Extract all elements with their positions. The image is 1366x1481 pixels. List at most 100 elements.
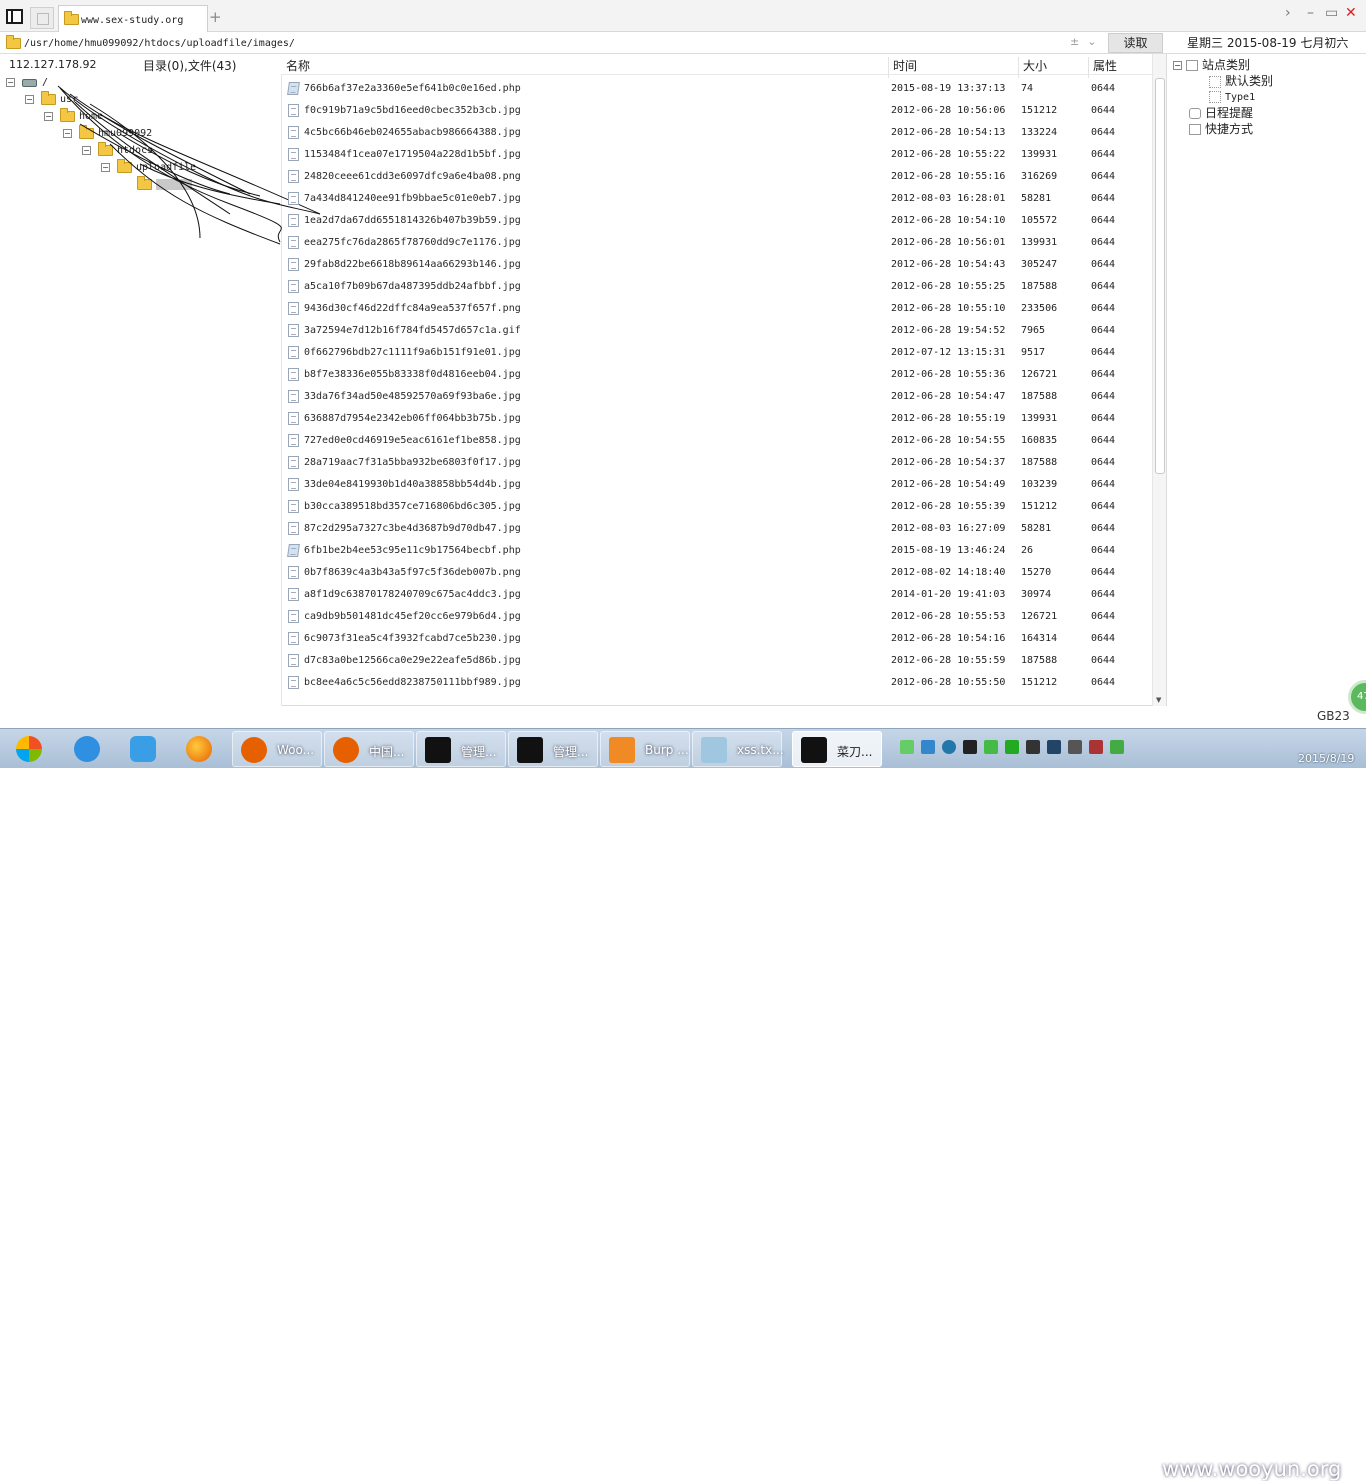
table-row[interactable]: 1ea2d7da67dd6551814326b407b39b59.jpg 2012…	[282, 210, 1152, 232]
table-row[interactable]: f0c919b71a9c5bd16eed0cbec352b3cb.jpg 2012…	[282, 100, 1152, 122]
column-perm[interactable]: 属性	[1093, 57, 1117, 74]
file-icon	[288, 676, 299, 689]
tray-icon[interactable]	[1026, 739, 1040, 754]
table-row[interactable]: a5ca10f7b09b67da487395ddb24afbbf.jpg 2012…	[282, 276, 1152, 298]
table-row[interactable]: 33de04e8419930b1d40a38858bb54d4b.jpg 2012…	[282, 474, 1152, 496]
collapse-icon[interactable]: −	[6, 78, 15, 87]
taskbar-task[interactable]: 管理...	[416, 731, 506, 767]
pinned-app[interactable]	[176, 731, 226, 767]
taskbar-task[interactable]: 菜刀...	[792, 731, 882, 767]
table-row[interactable]: 3a72594e7d12b16f784fd5457d657c1a.gif 2012…	[282, 320, 1152, 342]
table-row[interactable]: 9436d30cf46d22dffc84a9ea537f657f.png 2012…	[282, 298, 1152, 320]
file-perm: 0644	[1091, 655, 1116, 666]
tray-icon[interactable]	[1047, 739, 1061, 754]
address-dropdown[interactable]: ±⌄	[1070, 35, 1104, 48]
file-name: 3a72594e7d12b16f784fd5457d657c1a.gif	[304, 325, 521, 336]
file-size: 151212	[1021, 105, 1058, 116]
minimize-button[interactable]: –	[1307, 5, 1314, 21]
tree-node-home[interactable]: − home	[44, 108, 103, 129]
column-divider[interactable]	[888, 57, 889, 78]
tray-icon[interactable]	[963, 739, 977, 754]
tray-icon[interactable]	[1005, 739, 1019, 754]
collapse-icon[interactable]: −	[101, 163, 110, 172]
tree-node-images[interactable]: images	[130, 176, 193, 197]
tab-active[interactable]: www.sex-study.org	[58, 5, 208, 32]
table-row[interactable]: 6fb1be2b4ee53c95e11c9b17564becbf.php 2015…	[282, 540, 1152, 562]
file-size: 151212	[1021, 677, 1058, 688]
file-perm: 0644	[1091, 259, 1116, 270]
system-tray	[900, 739, 1170, 759]
folder-icon	[137, 176, 152, 190]
table-row[interactable]: b30cca389518bd357ce716806bd6c305.jpg 2012…	[282, 496, 1152, 518]
tray-icon[interactable]	[900, 739, 914, 754]
tray-icon[interactable]	[942, 739, 956, 754]
path-input[interactable]	[22, 34, 1106, 52]
column-divider[interactable]	[1018, 57, 1019, 78]
table-row[interactable]: 24820ceee61cdd3e6097dfc9a6e4ba08.png 2012…	[282, 166, 1152, 188]
chevron-right-icon[interactable]: ›	[1285, 5, 1291, 21]
collapse-icon[interactable]: −	[1173, 61, 1182, 70]
taskbar-task[interactable]: xss.tx...	[692, 731, 784, 767]
site-category-type1[interactable]: Type1	[1209, 89, 1255, 103]
table-row[interactable]: 766b6af37e2a3360e5ef641b0c0e16ed.php 2015…	[282, 78, 1152, 100]
tree-node-account[interactable]: − hmu099092	[63, 125, 152, 146]
collapse-icon[interactable]: −	[82, 146, 91, 155]
start-button[interactable]	[6, 731, 56, 767]
table-row[interactable]: bc8ee4a6c5c56edd8238750111bbf989.jpg 2012…	[282, 672, 1152, 694]
taskbar-task[interactable]: 中国...	[324, 731, 414, 767]
table-row[interactable]: 7a434d841240ee91fb9bbae5c01e0eb7.jpg 2012…	[282, 188, 1152, 210]
collapse-icon[interactable]: −	[44, 112, 53, 121]
table-row[interactable]: 87c2d295a7327c3be4d3687b9d70db47.jpg 2012…	[282, 518, 1152, 540]
tray-icon[interactable]	[1068, 739, 1082, 754]
site-category-default[interactable]: 默认类别	[1209, 72, 1273, 89]
table-row[interactable]: d7c83a0be12566ca0e29e22eafe5d86b.jpg 2012…	[282, 650, 1152, 672]
file-name: b8f7e38336e055b83338f0d4816eeb04.jpg	[304, 369, 521, 380]
clock-date[interactable]: 2015/8/19	[1298, 752, 1354, 765]
pinned-app[interactable]	[120, 731, 170, 767]
tray-icon[interactable]	[984, 739, 998, 754]
table-row[interactable]: 1153484f1cea07e1719504a228d1b5bf.jpg 2012…	[282, 144, 1152, 166]
shortcut-icon	[1189, 124, 1201, 135]
pinned-app[interactable]	[64, 731, 114, 767]
table-row[interactable]: 28a719aac7f31a5bba932be6803f0f17.jpg 2012…	[282, 452, 1152, 474]
tab-blank[interactable]	[30, 7, 54, 29]
table-row[interactable]: 0b7f8639c4a3b43a5f97c5f36deb007b.png 2012…	[282, 562, 1152, 584]
table-row[interactable]: a8f1d9c63870178240709c675ac4ddc3.jpg 2014…	[282, 584, 1152, 606]
taskbar-task[interactable]: 管理...	[508, 731, 598, 767]
site-category-root[interactable]: − 站点类别	[1173, 56, 1250, 73]
table-row[interactable]: 4c5bc66b46eb024655abacb986664388.jpg 2012…	[282, 122, 1152, 144]
close-button[interactable]: ✕	[1345, 5, 1357, 21]
taskbar-task[interactable]: Burp ...	[600, 731, 690, 767]
tray-icon[interactable]	[1110, 739, 1124, 754]
table-row[interactable]: 6c9073f31ea5c4f3932fcabd7ce5b230.jpg 2012…	[282, 628, 1152, 650]
column-size[interactable]: 大小	[1023, 57, 1047, 74]
schedule-reminder[interactable]: 日程提醒	[1189, 104, 1253, 121]
table-row[interactable]: 33da76f34ad50e48592570a69f93ba6e.jpg 2012…	[282, 386, 1152, 408]
tray-icon[interactable]	[1089, 739, 1103, 754]
table-row[interactable]: ca9db9b501481dc45ef20cc6e979b6d4.jpg 2012…	[282, 606, 1152, 628]
collapse-icon[interactable]: −	[25, 95, 34, 104]
maximize-button[interactable]: ▭	[1325, 5, 1338, 21]
tray-icon[interactable]	[921, 739, 935, 754]
new-tab-button[interactable]: +	[209, 8, 222, 26]
tree-node-uploadfile[interactable]: − uploadfile	[101, 159, 196, 180]
column-divider[interactable]	[1088, 57, 1089, 78]
scroll-down-icon[interactable]: ▼	[1156, 696, 1161, 704]
column-name[interactable]: 名称	[286, 57, 310, 74]
table-row[interactable]: eea275fc76da2865f78760dd9c7e1176.jpg 2012…	[282, 232, 1152, 254]
table-row[interactable]: b8f7e38336e055b83338f0d4816eeb04.jpg 2012…	[282, 364, 1152, 386]
shortcuts[interactable]: 快捷方式	[1189, 120, 1253, 137]
table-row[interactable]: 636887d7954e2342eb06ff064bb3b75b.jpg 2012…	[282, 408, 1152, 430]
taskbar-task[interactable]: Woo...	[232, 731, 322, 767]
column-time[interactable]: 时间	[893, 57, 917, 74]
table-row[interactable]: 0f662796bdb27c1111f9a6b151f91e01.jpg 2012…	[282, 342, 1152, 364]
collapse-icon[interactable]: −	[63, 129, 72, 138]
tree-node-usr[interactable]: − usr	[25, 91, 78, 112]
vertical-scrollbar[interactable]: ▼	[1152, 54, 1166, 706]
table-row[interactable]: 727ed0e0cd46919e5eac6161ef1be858.jpg 2012…	[282, 430, 1152, 452]
app-menu-icon[interactable]	[6, 9, 23, 24]
file-perm: 0644	[1091, 413, 1116, 424]
scrollbar-thumb[interactable]	[1155, 78, 1165, 474]
read-button[interactable]: 读取	[1108, 33, 1163, 53]
table-row[interactable]: 29fab8d22be6618b89614aa66293b146.jpg 2012…	[282, 254, 1152, 276]
